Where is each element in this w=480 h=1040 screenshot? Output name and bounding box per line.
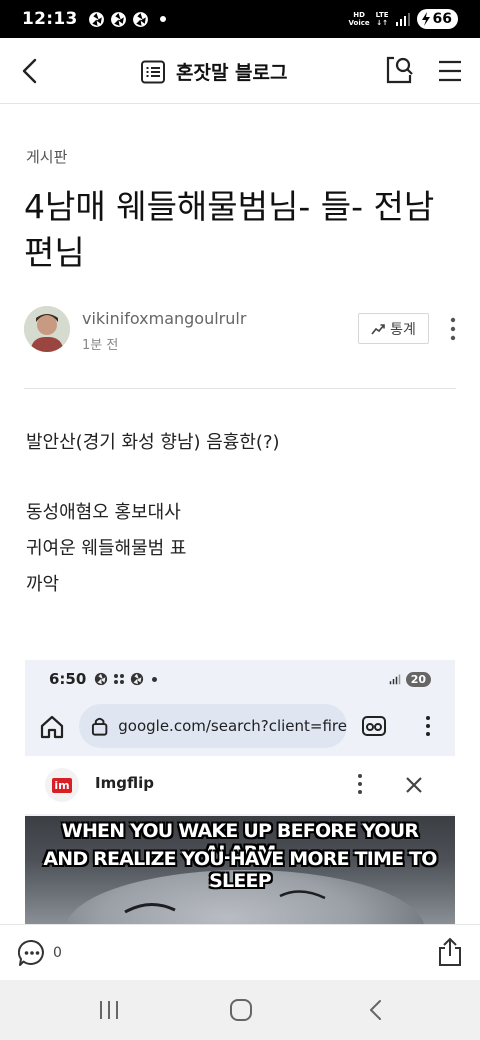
status-bar: 12:13 HD Voice LTE ↓↑ 66 <box>0 0 480 38</box>
url-bar: google.com/search?client=fire <box>79 704 347 748</box>
imgflip-logo: im <box>45 768 79 802</box>
home-icon <box>40 715 64 739</box>
signal-icon <box>389 674 400 685</box>
back-icon[interactable] <box>364 998 390 1022</box>
body-line: 동성애혐오 홍보대사 <box>26 502 181 523</box>
status-time: 12:13 <box>22 9 78 29</box>
browser-toolbar: google.com/search?client=fire <box>25 700 455 752</box>
app-header: 혼잣말 블로그 <box>0 38 480 104</box>
divider <box>24 388 456 389</box>
embedded-status-bar: 6:50 20 <box>25 660 455 698</box>
body-line: 귀여운 웨들해물범 표 <box>26 538 187 559</box>
lte-indicator: LTE ↓↑ <box>375 11 389 27</box>
embedded-battery: 20 <box>405 671 431 687</box>
aperture-icon <box>95 672 108 686</box>
hd-voice-indicator: HD Voice <box>348 11 370 27</box>
avatar[interactable] <box>24 306 70 352</box>
share-icon[interactable] <box>436 937 464 967</box>
more-notifications-dot <box>152 676 158 682</box>
site-name: Imgflip <box>95 774 154 792</box>
recent-apps-icon[interactable] <box>96 998 122 1022</box>
more-vertical-icon[interactable] <box>446 316 460 342</box>
notification-icons <box>88 11 166 28</box>
more-notifications-dot <box>159 16 166 22</box>
url-text: google.com/search?client=fire <box>118 717 347 735</box>
stats-button[interactable]: 통계 <box>358 313 429 344</box>
dots-grid-icon <box>114 674 125 684</box>
search-icon[interactable] <box>384 55 414 85</box>
result-card: im Imgflip <box>25 756 455 814</box>
aperture-icon <box>88 11 104 27</box>
system-navigation-bar <box>0 980 480 1040</box>
blog-title: 혼잣말 블로그 <box>176 62 288 84</box>
author-row: vikinifoxmangoulrulr 1분 전 통계 <box>24 306 460 354</box>
trend-icon <box>371 323 385 334</box>
lock-icon <box>91 717 108 736</box>
blog-title-link[interactable]: 혼잣말 블로그 <box>140 58 288 85</box>
author-name[interactable]: vikinifoxmangoulrulr <box>82 309 246 328</box>
list-icon <box>141 60 165 83</box>
aperture-icon <box>110 11 126 27</box>
body-line: 까악 <box>26 574 60 595</box>
close-icon <box>406 777 422 793</box>
meme-image: WHEN YOU WAKE UP BEFORE YOUR ALARM AND R… <box>25 816 455 924</box>
incognito-tabs-icon <box>362 716 386 736</box>
charging-icon <box>421 12 430 26</box>
meme-caption-bottom: AND REALIZE YOU HAVE MORE TIME TO SLEEP <box>43 848 437 892</box>
aperture-icon <box>132 11 148 27</box>
signal-icon <box>395 13 410 26</box>
home-button-icon[interactable] <box>228 998 254 1022</box>
comment-count: 0 <box>53 945 62 961</box>
more-vertical-icon <box>358 774 362 794</box>
comment-icon[interactable] <box>18 939 46 967</box>
body-line: 발안산(경기 화성 향남) 음흉한(?) <box>26 432 280 453</box>
aperture-icon <box>131 672 144 686</box>
stats-label: 통계 <box>390 321 416 338</box>
embedded-screenshot[interactable]: 6:50 20 google.com/search?client=fire im… <box>25 660 455 924</box>
more-vertical-icon <box>426 716 430 736</box>
avatar-image <box>24 306 70 352</box>
post-action-bar: 0 <box>0 924 480 980</box>
battery-indicator: 66 <box>416 9 458 29</box>
embedded-time: 6:50 <box>49 670 87 688</box>
chevron-left-icon[interactable] <box>16 56 46 86</box>
hamburger-icon[interactable] <box>436 57 464 85</box>
post-category[interactable]: 게시판 <box>26 146 67 167</box>
post-title: 4남매 웨들해물범님- 들- 전남편님 <box>24 187 435 272</box>
post-time: 1분 전 <box>82 338 119 353</box>
